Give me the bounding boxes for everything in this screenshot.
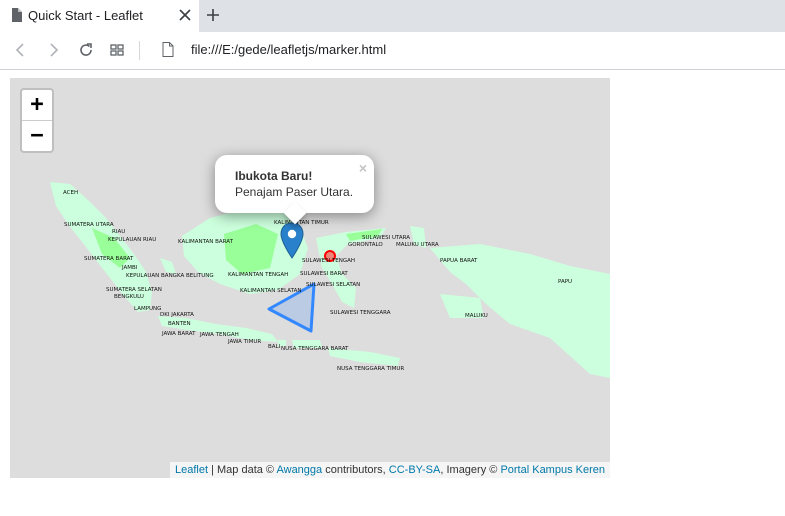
region-label: SUMATERA UTARA	[64, 222, 114, 228]
region-label: SULAWESI BARAT	[300, 271, 348, 277]
tab-active[interactable]: Quick Start - Leaflet	[0, 0, 199, 32]
map-tiles: ACEH SUMATERA UTARA RIAU KEPULAUAN RIAU …	[50, 182, 610, 378]
region-label: MALUKU UTARA	[396, 242, 439, 248]
region-label: BANTEN	[168, 321, 191, 327]
region-label: JAWA TENGAH	[199, 332, 239, 338]
region-label: KALIMANTAN SELATAN	[240, 288, 301, 294]
region-label: SUMATERA BARAT	[84, 256, 134, 262]
region-label: SULAWESI TENGGARA	[330, 310, 391, 316]
region-label: PAPUA BARAT	[440, 258, 478, 264]
region-label: DKI JAKARTA	[160, 312, 194, 318]
region-label: GORONTALO	[348, 242, 383, 248]
leaflet-link[interactable]: Leaflet	[175, 464, 208, 476]
popup-close-button[interactable]: ×	[359, 160, 367, 176]
region-label: SULAWESI TENGAH	[302, 258, 355, 264]
tab-title: Quick Start - Leaflet	[28, 8, 143, 23]
zoom-out-button[interactable]: −	[22, 121, 52, 151]
region-label: BALI	[268, 344, 281, 350]
region-label: SULAWESI UTARA	[362, 235, 410, 241]
page-info-icon[interactable]	[162, 42, 174, 57]
browser-toolbar: file:///E:/gede/leafletjs/marker.html	[0, 32, 785, 70]
region-label: KALIMANTAN BARAT	[178, 239, 234, 245]
awangga-link[interactable]: Awangga	[276, 464, 322, 476]
portal-link[interactable]: Portal Kampus Keren	[500, 464, 605, 476]
region-label: ACEH	[63, 190, 78, 196]
popup-body: Penajam Paser Utara.	[235, 185, 354, 199]
tab-strip: Quick Start - Leaflet	[0, 0, 785, 32]
region-label: KALIMANTAN TENGAH	[228, 272, 288, 278]
marker-popup: × Ibukota Baru! Penajam Paser Utara.	[215, 155, 374, 225]
popup-title: Ibukota Baru!	[235, 169, 313, 183]
region-label: NUSA TENGGARA TIMUR	[337, 366, 404, 372]
apps-grid-icon[interactable]	[108, 41, 126, 59]
region-label: MALUKU	[465, 313, 488, 319]
attribution-text: , Imagery ©	[440, 464, 501, 476]
address-bar[interactable]: file:///E:/gede/leafletjs/marker.html	[191, 42, 386, 57]
new-tab-icon[interactable]	[205, 7, 221, 23]
region-label: JAWA BARAT	[161, 331, 196, 337]
region-label: RIAU	[112, 229, 125, 235]
license-link[interactable]: CC-BY-SA	[389, 464, 441, 476]
reload-icon[interactable]	[77, 41, 95, 59]
zoom-control: + −	[20, 88, 54, 153]
region-label: JAMBI	[121, 265, 138, 271]
region-label: NUSA TENGGARA BARAT	[281, 346, 349, 352]
region-label: KEPULAUAN RIAU	[108, 237, 156, 243]
region-label: SULAWESI SELATAN	[306, 282, 360, 288]
region-label: JAWA TIMUR	[227, 339, 261, 345]
region-label: SUMATERA SELATAN	[106, 287, 162, 293]
back-icon[interactable]	[12, 41, 30, 59]
attribution-text: contributors,	[322, 464, 389, 476]
document-icon	[12, 8, 22, 22]
attribution-text: | Map data ©	[208, 464, 277, 476]
close-tab-icon[interactable]	[178, 8, 192, 22]
forward-icon[interactable]	[44, 41, 62, 59]
map-attribution: Leaflet | Map data © Awangga contributor…	[170, 462, 610, 478]
toolbar-divider	[139, 41, 140, 60]
map-marker-icon[interactable]	[280, 222, 304, 260]
bangka-island	[160, 258, 176, 274]
zoom-in-button[interactable]: +	[22, 90, 52, 121]
region-label: PAPU	[558, 279, 572, 285]
region-label: KEPULAUAN BANGKA BELITUNG	[126, 273, 214, 279]
leaflet-map[interactable]: ACEH SUMATERA UTARA RIAU KEPULAUAN RIAU …	[10, 78, 610, 478]
region-label: LAMPUNG	[134, 306, 161, 312]
region-label: BENGKULU	[114, 294, 144, 300]
